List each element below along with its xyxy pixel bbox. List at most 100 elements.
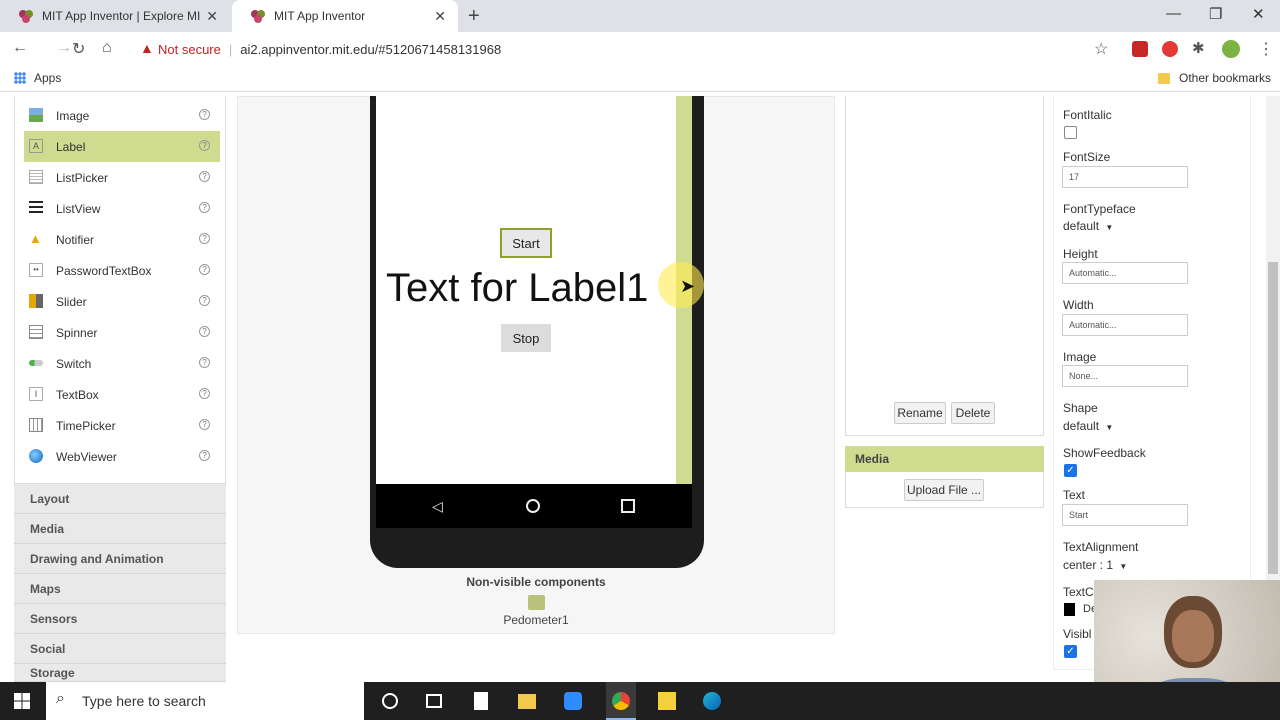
forward-icon[interactable]: →	[56, 39, 72, 57]
close-tab-icon[interactable]: ✕	[206, 8, 218, 25]
prop-fontitalic-checkbox[interactable]	[1064, 126, 1077, 139]
address-bar[interactable]: ▲ Not secure | ai2.appinventor.mit.edu/#…	[130, 37, 1118, 61]
tab-app-inventor[interactable]: MIT App Inventor ✕	[232, 0, 458, 32]
category-layout[interactable]: Layout	[14, 484, 226, 514]
palette-item-label-component[interactable]: A Label ?	[24, 131, 220, 162]
bookmark-apps[interactable]: Apps	[14, 71, 61, 85]
reload-icon[interactable]: ↻	[72, 39, 85, 59]
profile-avatar[interactable]	[1222, 40, 1240, 58]
category-drawing-animation[interactable]: Drawing and Animation	[14, 544, 226, 574]
category-storage[interactable]: Storage	[14, 664, 226, 682]
palette-item-listpicker[interactable]: ListPicker ?	[24, 162, 220, 193]
prop-fontitalic-label: FontItalic	[1063, 108, 1112, 122]
stop-button[interactable]: Stop	[501, 324, 551, 352]
menu-kebab-icon[interactable]: ⋮	[1258, 39, 1274, 59]
bookmark-other[interactable]: Other bookmarks	[1158, 71, 1271, 85]
help-icon[interactable]: ?	[199, 202, 210, 213]
palette-item-notifier[interactable]: ▲ Notifier ?	[24, 224, 220, 255]
category-media[interactable]: Media	[14, 514, 226, 544]
help-icon[interactable]: ?	[199, 357, 210, 368]
restore-icon[interactable]: ❐	[1209, 5, 1222, 23]
taskbar-search[interactable]: ⌕ Type here to search	[46, 682, 364, 720]
edge-icon[interactable]	[703, 692, 721, 710]
help-icon[interactable]: ?	[199, 109, 210, 120]
help-icon[interactable]: ?	[199, 233, 210, 244]
app-inventor-favicon-icon	[250, 8, 266, 24]
palette-item-switch[interactable]: Switch ?	[24, 348, 220, 379]
category-sensors[interactable]: Sensors	[14, 604, 226, 634]
dropdown-arrow-icon: ▼	[1105, 423, 1114, 432]
search-icon: ⌕	[56, 690, 65, 707]
close-tab-icon[interactable]: ✕	[434, 8, 446, 25]
task-view-icon[interactable]	[426, 694, 442, 708]
prop-textcolor-label: TextC	[1063, 585, 1094, 599]
extension-opera-icon[interactable]	[1162, 41, 1178, 57]
prop-fonttypeface-label: FontTypeface	[1063, 202, 1136, 216]
select-value: default	[1063, 419, 1100, 433]
chrome-icon[interactable]	[612, 692, 630, 710]
prop-fontsize-input[interactable]: 17	[1062, 166, 1188, 188]
prop-shape-select[interactable]: default ▼	[1063, 419, 1113, 433]
zoom-icon[interactable]	[564, 692, 582, 710]
windows-start-icon[interactable]	[14, 693, 30, 709]
page-scrollbar-thumb[interactable]	[1268, 262, 1278, 574]
extensions-puzzle-icon[interactable]: ✱	[1192, 39, 1205, 57]
close-window-icon[interactable]: ✕	[1252, 5, 1265, 23]
prop-width-label: Width	[1063, 298, 1094, 312]
palette-item-webviewer[interactable]: WebViewer ?	[24, 441, 220, 472]
category-social[interactable]: Social	[14, 634, 226, 664]
dropdown-arrow-icon: ▼	[1105, 223, 1114, 232]
palette-item-spinner[interactable]: Spinner ?	[24, 317, 220, 348]
help-icon[interactable]: ?	[199, 140, 210, 151]
minimize-icon[interactable]: —	[1166, 5, 1181, 22]
pedometer-icon[interactable]	[528, 595, 545, 610]
file-icon[interactable]	[474, 692, 488, 710]
prop-height-input[interactable]: Automatic...	[1062, 262, 1188, 284]
palette-item-passwordtextbox[interactable]: •• PasswordTextBox ?	[24, 255, 220, 286]
pedometer-label[interactable]: Pedometer1	[237, 613, 835, 627]
phone-navbar: ◁	[376, 484, 692, 528]
nonvisible-components-title: Non-visible components	[466, 575, 606, 589]
rename-button[interactable]: Rename	[894, 402, 946, 424]
prop-image-input[interactable]: None...	[1062, 365, 1188, 387]
palette-item-timepicker[interactable]: TimePicker ?	[24, 410, 220, 441]
prop-fonttypeface-select[interactable]: default ▼	[1063, 219, 1113, 233]
nav-back-icon: ◁	[432, 498, 443, 514]
apps-grid-icon	[14, 72, 26, 84]
label-icon: A	[29, 139, 43, 153]
palette-item-listview[interactable]: ListView ?	[24, 193, 220, 224]
file-explorer-icon[interactable]	[518, 694, 536, 709]
help-icon[interactable]: ?	[199, 388, 210, 399]
prop-width-input[interactable]: Automatic...	[1062, 314, 1188, 336]
prop-showfeedback-checkbox[interactable]: ✓	[1064, 464, 1077, 477]
palette-item-label: ListView	[56, 201, 101, 216]
security-label: Not secure	[158, 41, 221, 57]
help-icon[interactable]: ?	[199, 264, 210, 275]
palette-item-slider[interactable]: Slider ?	[24, 286, 220, 317]
start-button[interactable]: Start	[500, 228, 552, 258]
help-icon[interactable]: ?	[199, 171, 210, 182]
delete-button[interactable]: Delete	[951, 402, 995, 424]
tab-explore[interactable]: MIT App Inventor | Explore MIT A ✕	[0, 0, 230, 32]
prop-height-label: Height	[1063, 247, 1098, 261]
help-icon[interactable]: ?	[199, 419, 210, 430]
upload-file-button[interactable]: Upload File ...	[904, 479, 984, 501]
palette-item-textbox[interactable]: I TextBox ?	[24, 379, 220, 410]
home-icon[interactable]: ⌂	[102, 39, 112, 57]
extension-red-icon[interactable]	[1132, 41, 1148, 57]
new-tab-icon[interactable]: +	[468, 5, 480, 28]
help-icon[interactable]: ?	[199, 326, 210, 337]
back-icon[interactable]: ←	[12, 39, 28, 57]
cortana-icon[interactable]	[382, 693, 398, 709]
prop-text-input[interactable]: Start	[1062, 504, 1188, 526]
help-icon[interactable]: ?	[199, 450, 210, 461]
help-icon[interactable]: ?	[199, 295, 210, 306]
bookmark-star-icon[interactable]: ☆	[1094, 39, 1108, 59]
sticky-notes-icon[interactable]	[658, 692, 676, 710]
prop-textalignment-select[interactable]: center : 1 ▼	[1063, 558, 1127, 572]
prop-visible-checkbox[interactable]: ✓	[1064, 645, 1077, 658]
label1-text[interactable]: Text for Label1	[386, 266, 648, 311]
palette-item-image[interactable]: Image ?	[24, 100, 220, 131]
textcolor-swatch[interactable]	[1064, 603, 1075, 616]
category-maps[interactable]: Maps	[14, 574, 226, 604]
